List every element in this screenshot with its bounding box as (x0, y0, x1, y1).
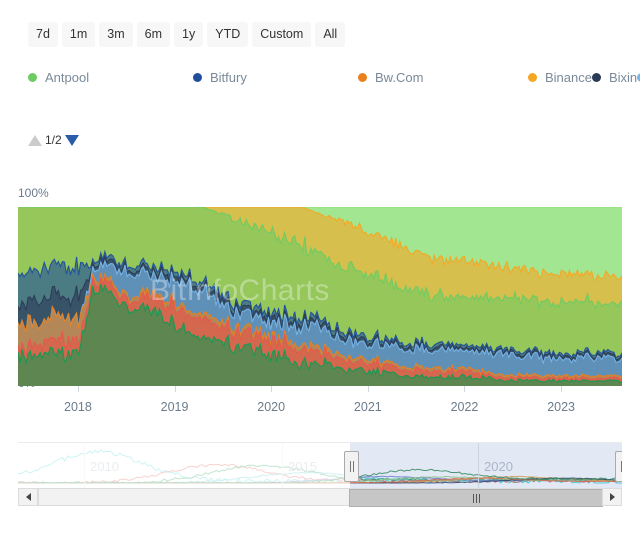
x-axis-tick-2021: 2021 (353, 400, 382, 414)
range-button-custom[interactable]: Custom (252, 22, 312, 47)
arrow-right-icon[interactable] (602, 488, 622, 506)
handle-grip (620, 461, 622, 472)
triangle-up-icon[interactable] (28, 134, 42, 146)
nav-handle-right-icon[interactable] (615, 451, 622, 482)
legend-color-dot (528, 73, 537, 82)
x-axis-tick-mark (271, 386, 273, 392)
legend-item-binance[interactable]: Binance (528, 70, 592, 85)
range-button-1y[interactable]: 1y (174, 22, 204, 47)
y-axis-tick-100: 100% (18, 186, 49, 200)
chart-plot-area[interactable] (18, 207, 622, 386)
legend-color-dot (591, 73, 601, 82)
arrow-left-glyph (25, 493, 31, 501)
legend-item-label: Bixin (608, 70, 638, 85)
stacked-area-svg (18, 207, 622, 386)
chart-legend: AntpoolBitfuryBw.ComBinanceBixinCoingeek… (28, 68, 640, 87)
legend-item-bw-com[interactable]: Bw.Com (358, 70, 528, 85)
range-button-7d[interactable]: 7d (28, 22, 58, 47)
legend-item-bixin[interactable]: Bixin (591, 70, 638, 85)
range-button-all[interactable]: All (315, 22, 346, 47)
handle-grip (352, 461, 354, 472)
x-axis-tick-mark (77, 386, 79, 392)
triangle-down-icon[interactable] (64, 134, 79, 146)
range-button-6m[interactable]: 6m (136, 22, 171, 47)
arrow-left-icon[interactable] (18, 488, 38, 506)
navigator-mask-left (18, 443, 351, 489)
grip-icon (478, 493, 480, 503)
range-button-1m[interactable]: 1m (61, 22, 96, 47)
navigator-selected-range[interactable] (350, 443, 622, 489)
legend-item-bitfury[interactable]: Bitfury (193, 70, 358, 85)
legend-pager: 1/2 (28, 133, 79, 147)
x-axis-tick-2023: 2023 (547, 400, 576, 414)
arrow-right-glyph (609, 493, 615, 501)
handle-grip (349, 461, 351, 472)
chart-scrollbar[interactable] (18, 488, 622, 507)
scrollbar-track[interactable] (38, 488, 603, 507)
main-chart: 100% 50% 0% BitInfoCharts 20182019202020… (0, 186, 640, 421)
range-button-ytd[interactable]: YTD (207, 22, 249, 47)
grip-icon (475, 493, 477, 503)
legend-item-antpool[interactable]: Antpool (28, 70, 193, 85)
grip-icon (472, 493, 474, 503)
legend-item-label: Antpool (45, 70, 90, 85)
legend-page-indicator: 1/2 (45, 133, 62, 147)
nav-handle-left-icon[interactable] (344, 451, 360, 482)
x-axis: 2018 2019 2020 2021 2022 2023 (18, 386, 622, 418)
x-axis-tick-mark (464, 386, 466, 392)
x-axis-tick-mark (561, 386, 563, 392)
x-axis-tick-mark (174, 386, 176, 392)
navigator[interactable]: 201020152020 (18, 442, 622, 489)
x-axis-tick-2020: 2020 (257, 400, 286, 414)
range-button-3m[interactable]: 3m (99, 22, 133, 47)
legend-item-label: Bitfury (210, 70, 247, 85)
scrollbar-thumb[interactable] (349, 489, 603, 507)
range-selector: 7d 1m 3m 6m 1y YTD Custom All (28, 22, 346, 47)
legend-color-dot (358, 73, 367, 82)
legend-color-dot (193, 73, 202, 82)
legend-color-dot (28, 73, 37, 82)
x-axis-tick-2018: 2018 (64, 400, 92, 414)
legend-item-label: Bw.Com (375, 70, 424, 85)
x-axis-tick-2019: 2019 (160, 400, 189, 414)
x-axis-tick-mark (367, 386, 369, 392)
x-axis-tick-2022: 2022 (450, 400, 479, 414)
legend-item-label: Binance (545, 70, 592, 85)
